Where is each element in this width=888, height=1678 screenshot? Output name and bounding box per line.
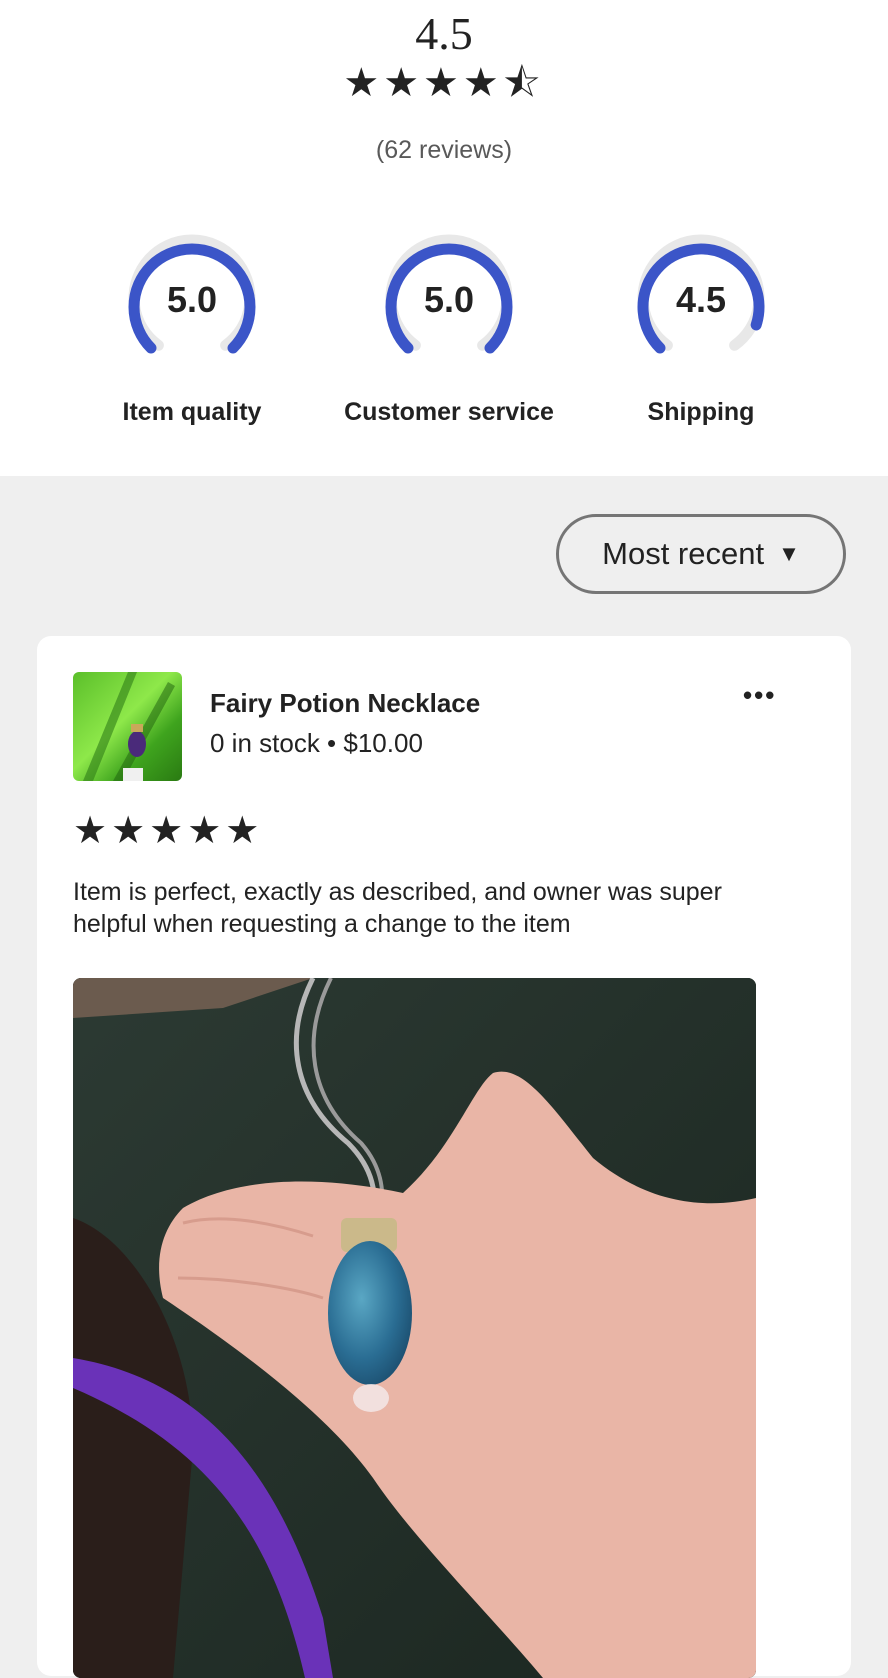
average-rating: 4.5 [415, 8, 473, 59]
sort-dropdown[interactable]: Most recent ▼ [556, 514, 846, 594]
rating-summary: 4.5 ★★★★⯪ (62 reviews) 5.0 Item quality … [0, 0, 888, 476]
average-stars: ★★★★⯪ [343, 61, 545, 105]
review-text: Item is perfect, exactly as described, a… [73, 878, 722, 938]
product-stock-price: 0 in stock • $10.00 [210, 728, 423, 758]
gauge-value: 5.0 [166, 279, 218, 320]
sort-label: Most recent [602, 536, 765, 571]
product-title[interactable]: Fairy Potion Necklace [210, 688, 480, 719]
gauge-item-quality: 5.0 [117, 232, 267, 382]
product-thumbnail[interactable] [73, 672, 182, 781]
more-options-icon[interactable]: ••• [743, 680, 776, 711]
reviews-count: (62 reviews) [375, 136, 513, 164]
gauge-label-item-quality: Item quality [122, 398, 262, 426]
review-card: Fairy Potion Necklace 0 in stock • $10.0… [37, 636, 851, 1678]
gauge-value: 5.0 [423, 279, 475, 320]
review-photo-image [73, 978, 756, 1678]
caret-down-icon: ▼ [778, 541, 800, 566]
gauge-value: 4.5 [675, 279, 727, 320]
review-stars: ★★★★★ [73, 810, 264, 852]
gauge-label-shipping: Shipping [647, 398, 755, 426]
gauge-shipping: 4.5 [626, 232, 776, 382]
gauge-customer-service: 5.0 [374, 232, 524, 382]
review-photo[interactable] [73, 978, 756, 1678]
necklace-thumbnail-icon [83, 672, 175, 781]
